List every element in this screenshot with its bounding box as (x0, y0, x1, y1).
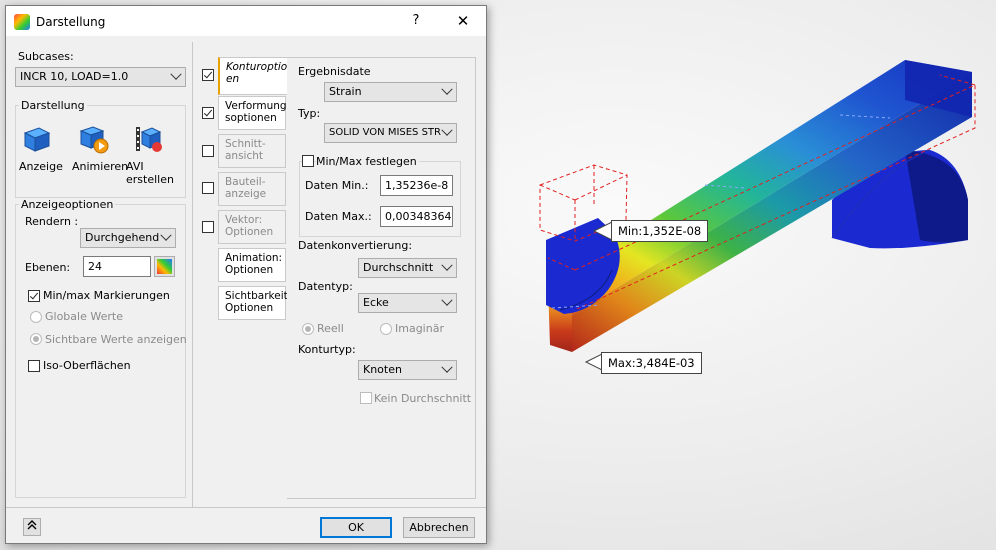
chevron-down-icon (441, 294, 453, 306)
cancel-button[interactable]: Abbrechen (403, 517, 475, 538)
imaginaer-radio[interactable] (380, 323, 392, 335)
anzeigeoptionen-title: Anzeigeoptionen (19, 198, 116, 211)
global-radio[interactable] (30, 311, 42, 323)
avi-icon (136, 127, 162, 152)
window-title: Darstellung (36, 15, 106, 29)
tab-schnitt-checkbox[interactable] (202, 145, 214, 157)
max-callout-pointer (584, 353, 603, 371)
konvertierung-label: Datenkonvertierung: (298, 239, 413, 252)
min-callout: Min:1,352E-08 (611, 220, 709, 242)
footer-divider (6, 507, 486, 508)
tab-sichtbarkeitoptionen[interactable]: Sichtbarkeit: Optionen (218, 286, 291, 320)
tab-bauteil-checkbox[interactable] (202, 182, 214, 194)
color-scale-button[interactable] (154, 256, 175, 277)
ebenen-label: Ebenen: (25, 261, 71, 274)
iso-checkbox[interactable] (28, 360, 40, 372)
minmax-fix-label: Min/Max festlegen (316, 155, 419, 168)
konturtyp-value: Knoten (363, 363, 402, 376)
tab-verformung-checkbox[interactable] (202, 107, 214, 119)
reell-label: Reell (317, 322, 344, 335)
subcases-label: Subcases: (18, 50, 74, 63)
darstellung-group-title: Darstellung (19, 99, 87, 112)
tab-schnittansicht[interactable]: Schnitt- ansicht (218, 134, 286, 168)
tab-verformungsoptionen[interactable]: Verformung soptionen (218, 96, 287, 130)
chevron-down-icon (441, 361, 453, 373)
datentyp-label: Datentyp: (298, 280, 353, 293)
minmax-label: Min/max Markierungen (43, 289, 170, 302)
global-label: Globale Werte (45, 310, 123, 323)
konturtyp-label: Konturtyp: (298, 343, 356, 356)
color-scale-icon (157, 259, 172, 274)
anzeige-label: Anzeige (19, 160, 63, 173)
rendern-label: Rendern : (25, 215, 79, 228)
max-callout: Max:3,484E-03 (601, 352, 702, 374)
typ-select[interactable]: SOLID VON MISES STR (324, 123, 457, 143)
daten-min-input[interactable]: 1,35236e-8 (380, 175, 453, 196)
iso-label: Iso-Oberflächen (43, 359, 131, 372)
rendern-select[interactable]: Durchgehend (80, 228, 176, 248)
ergebnis-select[interactable]: Strain (324, 82, 457, 102)
visible-label: Sichtbare Werte anzeigen (45, 333, 187, 346)
visible-radio[interactable] (30, 333, 42, 345)
kein-durchschnitt-checkbox[interactable] (360, 392, 372, 404)
ok-button[interactable]: OK (320, 517, 392, 538)
daten-max-input[interactable]: 0,00348364 (380, 206, 453, 227)
chevron-down-icon (441, 259, 453, 271)
datentyp-value: Ecke (363, 296, 389, 309)
tab-vektoroptionen[interactable]: Vektor: Optionen (218, 210, 286, 244)
konvertierung-value: Durchschnitt (363, 261, 434, 274)
expand-button[interactable] (23, 518, 41, 536)
minmax-fix-checkbox[interactable] (302, 155, 314, 167)
app-icon (14, 14, 30, 30)
ergebnis-value: Strain (329, 85, 362, 98)
datentyp-select[interactable]: Ecke (358, 293, 457, 313)
typ-value: SOLID VON MISES STR (329, 127, 441, 138)
tab-vektor-checkbox[interactable] (202, 221, 214, 233)
reell-radio[interactable] (302, 323, 314, 335)
imaginaer-label: Imaginär (395, 322, 444, 335)
display-icon (23, 127, 51, 152)
tab-konturoptionen[interactable]: Konturoption en (218, 57, 294, 95)
konturtyp-select[interactable]: Knoten (358, 360, 457, 380)
model-viewport[interactable] (485, 0, 996, 550)
tab-animationoptionen[interactable]: Animation: Optionen (218, 248, 286, 282)
animate-icon (79, 126, 109, 154)
typ-label: Typ: (298, 107, 321, 120)
kein-durchschnitt-label: Kein Durchschnitt (374, 392, 472, 405)
tab-bauteilanzeige[interactable]: Bauteil- anzeige (218, 172, 286, 206)
double-chevron-up-icon (27, 520, 37, 530)
animieren-label: Animieren (72, 160, 129, 173)
pane-divider (192, 42, 193, 508)
title-bar[interactable]: Darstellung ? ✕ (6, 6, 486, 36)
ergebnis-label: Ergebnisdate (298, 65, 371, 78)
avi-label: AVI erstellen (126, 160, 174, 186)
chevron-down-icon (441, 83, 453, 95)
chevron-down-icon (170, 68, 182, 80)
chevron-down-icon (441, 124, 453, 136)
tab-kontur-checkbox[interactable] (202, 69, 214, 81)
daten-max-label: Daten Max.: (305, 210, 372, 223)
daten-min-label: Daten Min.: (305, 179, 369, 192)
chevron-down-icon (160, 229, 172, 241)
close-icon[interactable]: ✕ (454, 12, 472, 30)
konvertierung-select[interactable]: Durchschnitt (358, 258, 457, 278)
subcases-select[interactable]: INCR 10, LOAD=1.0 (15, 67, 186, 87)
rendern-value: Durchgehend (85, 231, 160, 244)
ebenen-input[interactable]: 24 (83, 256, 151, 277)
help-button[interactable]: ? (406, 13, 426, 31)
anzeigeoptionen-group (15, 204, 186, 498)
subcases-value: INCR 10, LOAD=1.0 (20, 70, 129, 83)
minmax-checkbox[interactable] (28, 290, 40, 302)
darstellung-dialog: Darstellung ? ✕ Subcases: INCR 10, LOAD=… (5, 5, 487, 544)
